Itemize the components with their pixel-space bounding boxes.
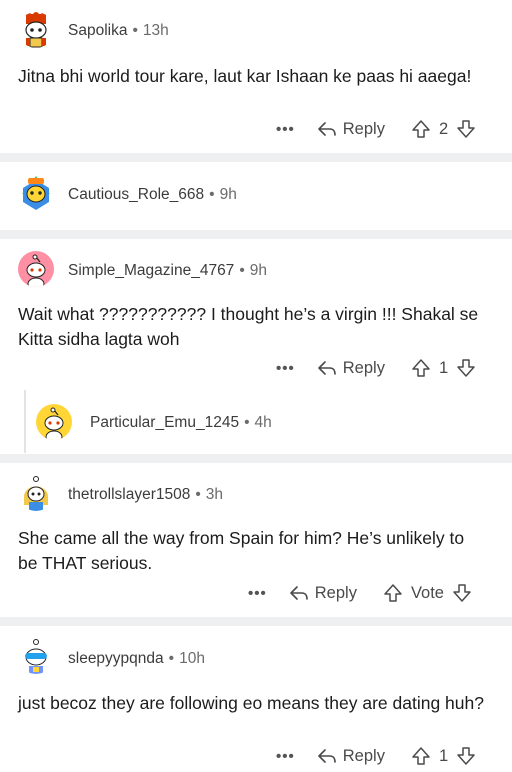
vote-control: 1	[411, 746, 476, 766]
reply-icon	[317, 122, 336, 136]
more-options-button[interactable]: •••	[276, 360, 295, 377]
comment-6: sleepyypqnda • 10h just becoz they are fol…	[0, 626, 512, 772]
reply-label: Reply	[314, 583, 357, 602]
reply-icon	[317, 749, 336, 763]
snoo-avatar-blonde-icon[interactable]	[18, 475, 54, 511]
reply-button[interactable]: Reply	[317, 120, 385, 139]
snoo-avatar-pink-default-icon[interactable]	[18, 251, 54, 287]
separator-dot: •	[168, 650, 175, 667]
username[interactable]: sleepyypqnda	[68, 650, 164, 667]
comment-separator	[0, 230, 512, 239]
comment-5: thetrollslayer1508 • 3h She came all the w…	[0, 463, 512, 625]
comment-text: Jitna bhi world tour kare, laut kar Isha…	[18, 66, 472, 86]
vote-control: 1	[411, 358, 476, 378]
timestamp: 4h	[254, 414, 272, 431]
comment-actions: ••• Reply 1	[276, 741, 476, 771]
separator-dot: •	[209, 186, 215, 203]
timestamp: 10h	[179, 650, 205, 667]
downvote-icon[interactable]	[452, 583, 472, 603]
snoo-avatar-goggles-icon[interactable]	[18, 638, 54, 674]
username[interactable]: Simple_Magazine_4767	[68, 262, 234, 279]
comment-text: Wait what ??????????? I thought he’s a v…	[18, 304, 479, 349]
more-options-button[interactable]: •••	[276, 748, 295, 765]
snoo-avatar-red-hat-icon[interactable]	[18, 12, 54, 48]
separator-dot: •	[195, 486, 201, 503]
reply-icon	[317, 361, 336, 375]
downvote-icon[interactable]	[456, 358, 476, 378]
reply-button[interactable]: Reply	[289, 584, 357, 603]
vote-control: 2	[411, 119, 476, 139]
comment-author: Particular_Emu_1245 • 4h	[90, 414, 272, 432]
comment-2-collapsed[interactable]: Cautious_Role_668 • 9h	[0, 162, 512, 230]
comment-author: thetrollslayer1508 • 3h	[68, 486, 223, 504]
downvote-icon[interactable]	[456, 119, 476, 139]
comment-separator	[0, 153, 512, 162]
comment-author: Sapolika • 13h	[68, 22, 169, 40]
upvote-icon[interactable]	[383, 583, 403, 603]
upvote-icon[interactable]	[411, 358, 431, 378]
timestamp: 9h	[219, 186, 237, 203]
comment-separator	[0, 454, 512, 463]
comment-actions: ••• Reply 1	[276, 353, 476, 383]
comment-actions: ••• Reply Vote	[248, 578, 472, 608]
vote-count: 1	[438, 746, 449, 765]
upvote-icon[interactable]	[411, 119, 431, 139]
username[interactable]: thetrollslayer1508	[68, 486, 190, 503]
vote-control: Vote	[383, 583, 472, 603]
comment-1: Sapolika • 13h Jitna bhi world tour kare, …	[0, 0, 512, 155]
timestamp: 9h	[249, 262, 267, 279]
reply-label: Reply	[342, 119, 385, 138]
vote-count: 1	[438, 358, 449, 377]
more-options-button[interactable]: •••	[248, 585, 267, 602]
comment-separator	[0, 617, 512, 626]
reply-button[interactable]: Reply	[317, 359, 385, 378]
snoo-avatar-yellow-default-icon[interactable]	[36, 404, 72, 440]
timestamp: 3h	[205, 486, 224, 503]
username[interactable]: Particular_Emu_1245	[90, 414, 239, 431]
reply-icon	[289, 586, 308, 600]
timestamp: 13h	[142, 22, 169, 39]
comment-author: sleepyypqnda • 10h	[68, 650, 205, 668]
upvote-icon[interactable]	[411, 746, 431, 766]
comment-text: just becoz they are following eo means t…	[18, 693, 484, 713]
more-options-button[interactable]: •••	[276, 121, 295, 138]
snoo-avatar-teal-hat-icon[interactable]	[18, 174, 54, 210]
thread-line[interactable]	[24, 390, 26, 453]
comment-actions: ••• Reply 2	[276, 114, 476, 144]
username[interactable]: Sapolika	[68, 22, 127, 39]
vote-count: 2	[438, 119, 449, 138]
comment-text: She came all the way from Spain for him?…	[18, 528, 465, 573]
vote-count: Vote	[410, 583, 444, 602]
comment-4-nested-collapsed[interactable]: Particular_Emu_1245 • 4h	[36, 390, 506, 453]
reply-label: Reply	[342, 358, 385, 377]
comment-author: Cautious_Role_668 • 9h	[68, 186, 237, 204]
separator-dot: •	[132, 22, 138, 39]
separator-dot: •	[239, 262, 245, 279]
comment-author: Simple_Magazine_4767 • 9h	[68, 262, 267, 280]
downvote-icon[interactable]	[456, 746, 476, 766]
username[interactable]: Cautious_Role_668	[68, 186, 204, 203]
separator-dot: •	[244, 414, 250, 431]
reply-button[interactable]: Reply	[317, 747, 385, 766]
reply-label: Reply	[342, 746, 385, 765]
